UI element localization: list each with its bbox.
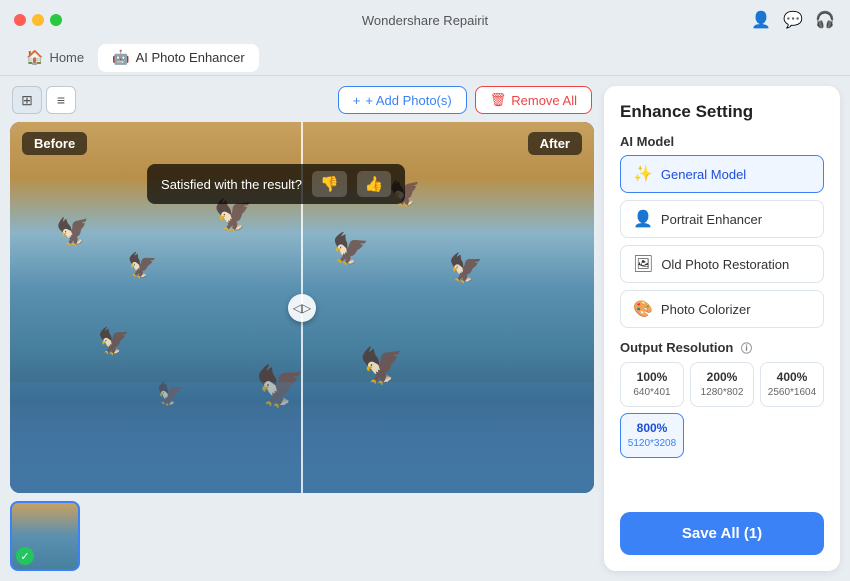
- panel-title: Enhance Setting: [620, 102, 824, 122]
- bird-4: 🦅: [98, 326, 130, 357]
- headset-icon[interactable]: 🎧: [816, 11, 834, 29]
- toolbar-actions: + + Add Photo(s) 🗑 Remove All: [338, 86, 592, 114]
- window-controls: [14, 14, 62, 26]
- grid-view-button[interactable]: ⊞: [12, 86, 42, 114]
- res-800-dims: 5120*3208: [625, 437, 679, 451]
- oldphoto-model-icon: 🖼: [633, 254, 653, 274]
- res-100-percent: 100%: [625, 369, 679, 386]
- photo-background: 🦅 🦅 🦅 🦅 🦅 🦅 🦅 🦅 🦅 🦅 Before After: [10, 122, 594, 493]
- bird-7: 🦅: [447, 251, 484, 286]
- maximize-dot[interactable]: [50, 14, 62, 26]
- thumbnail-strip: ✓: [10, 501, 594, 571]
- ai-model-section: AI Model ✨ General Model 👤 Portrait Enha…: [620, 134, 824, 328]
- colorizer-model-icon: 🎨: [633, 299, 653, 319]
- titlebar: Wondershare Repairit 👤 💬 🎧: [0, 0, 850, 40]
- model-portrait-button[interactable]: 👤 Portrait Enhancer: [620, 200, 824, 238]
- bird-1: 🦅: [54, 212, 94, 251]
- thumbup-button[interactable]: 👍: [357, 171, 392, 197]
- right-panel: Enhance Setting AI Model ✨ General Model…: [604, 86, 840, 571]
- bird-5: 🦅: [329, 231, 371, 271]
- nav-photo-enhancer[interactable]: 🤖 AI Photo Enhancer: [98, 44, 259, 72]
- bird-10: 🦅: [155, 381, 185, 409]
- bird-8: 🦅: [255, 363, 305, 410]
- nav-enhancer-label: AI Photo Enhancer: [136, 50, 245, 65]
- res-800-button[interactable]: 800% 5120*3208: [620, 413, 684, 458]
- resolution-label-text: Output Resolution: [620, 340, 733, 355]
- satisfaction-tooltip: Satisfied with the result? 👎 👍: [147, 164, 405, 204]
- satisfaction-text: Satisfied with the result?: [161, 177, 302, 192]
- chat-icon[interactable]: 💬: [784, 11, 802, 29]
- res-100-dims: 640*401: [625, 386, 679, 400]
- image-viewer: 🦅 🦅 🦅 🦅 🦅 🦅 🦅 🦅 🦅 🦅 Before After: [10, 122, 594, 493]
- res-200-dims: 1280*802: [695, 386, 749, 400]
- portrait-model-icon: 👤: [633, 209, 653, 229]
- general-model-icon: ✨: [633, 164, 653, 184]
- enhancer-icon: 🤖: [112, 49, 129, 66]
- remove-label: Remove All: [511, 93, 577, 108]
- toolbar: ⊞ ≡ + + Add Photo(s) 🗑 Remove All: [10, 86, 594, 114]
- close-dot[interactable]: [14, 14, 26, 26]
- res-400-dims: 2560*1604: [765, 386, 819, 400]
- model-oldphoto-button[interactable]: 🖼 Old Photo Restoration: [620, 245, 824, 283]
- res-200-button[interactable]: 200% 1280*802: [690, 362, 754, 407]
- app-title: Wondershare Repairit: [362, 13, 488, 28]
- main-content: ⊞ ≡ + + Add Photo(s) 🗑 Remove All 🦅: [0, 76, 850, 581]
- resolution-grid: 100% 640*401 200% 1280*802 400% 2560*160…: [620, 362, 824, 458]
- minimize-dot[interactable]: [32, 14, 44, 26]
- list-view-button[interactable]: ≡: [46, 86, 76, 114]
- view-toggle: ⊞ ≡: [12, 86, 76, 114]
- ai-model-label: AI Model: [620, 134, 824, 149]
- user-icon[interactable]: 👤: [752, 11, 770, 29]
- save-all-button[interactable]: Save All (1): [620, 512, 824, 555]
- divider-handle[interactable]: ◁▷: [288, 294, 316, 322]
- model-colorizer-button[interactable]: 🎨 Photo Colorizer: [620, 290, 824, 328]
- res-400-button[interactable]: 400% 2560*1604: [760, 362, 824, 407]
- res-100-button[interactable]: 100% 640*401: [620, 362, 684, 407]
- general-model-label: General Model: [661, 167, 746, 182]
- remove-all-button[interactable]: 🗑 Remove All: [475, 86, 592, 114]
- bird-9: 🦅: [359, 343, 407, 389]
- after-label: After: [528, 132, 582, 155]
- thumbnail-1[interactable]: ✓: [10, 501, 80, 571]
- thumbnail-check-icon: ✓: [16, 547, 34, 565]
- resolution-section: Output Resolution ⓘ 100% 640*401 200% 12…: [620, 340, 824, 458]
- add-photos-button[interactable]: + + Add Photo(s): [338, 86, 467, 114]
- model-general-button[interactable]: ✨ General Model: [620, 155, 824, 193]
- thumbdown-button[interactable]: 👎: [312, 171, 347, 197]
- add-icon: +: [353, 93, 361, 108]
- oldphoto-model-label: Old Photo Restoration: [661, 257, 789, 272]
- res-200-percent: 200%: [695, 369, 749, 386]
- resolution-label: Output Resolution ⓘ: [620, 340, 824, 356]
- home-icon: 🏠: [26, 49, 43, 66]
- nav-home[interactable]: 🏠 Home: [12, 44, 98, 72]
- add-photos-label: + Add Photo(s): [365, 93, 451, 108]
- res-800-percent: 800%: [625, 420, 679, 437]
- resolution-info-icon: ⓘ: [741, 343, 752, 355]
- portrait-model-label: Portrait Enhancer: [661, 212, 762, 227]
- before-label: Before: [22, 132, 87, 155]
- bird-2: 🦅: [126, 251, 158, 282]
- nav-home-label: Home: [49, 50, 84, 65]
- left-panel: ⊞ ≡ + + Add Photo(s) 🗑 Remove All 🦅: [10, 86, 594, 571]
- res-400-percent: 400%: [765, 369, 819, 386]
- colorizer-model-label: Photo Colorizer: [661, 302, 751, 317]
- titlebar-actions: 👤 💬 🎧: [752, 11, 834, 29]
- ai-models-list: ✨ General Model 👤 Portrait Enhancer 🖼 Ol…: [620, 155, 824, 328]
- navbar: 🏠 Home 🤖 AI Photo Enhancer: [0, 40, 850, 76]
- trash-icon: 🗑: [490, 92, 507, 108]
